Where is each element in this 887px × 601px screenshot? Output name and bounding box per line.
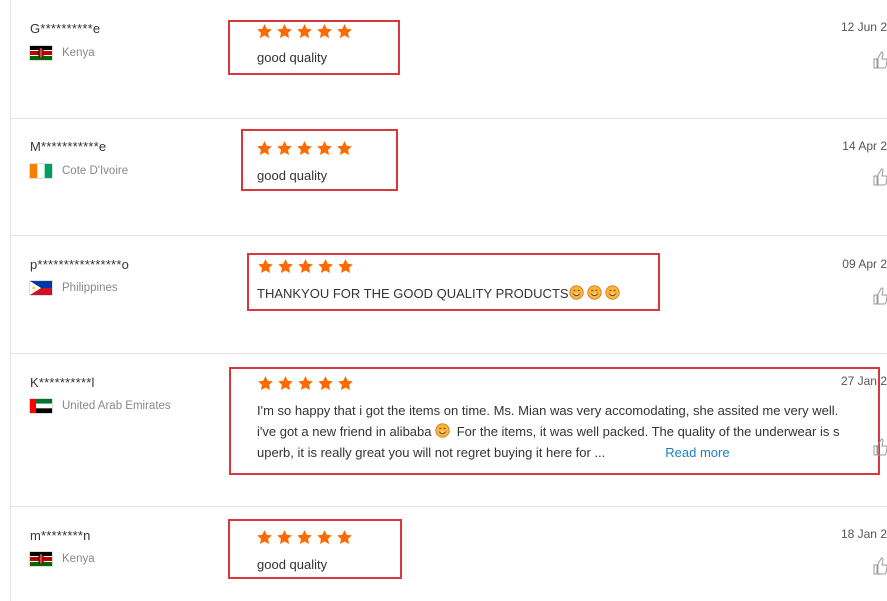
star-icon [316, 529, 333, 546]
review-line: uperb, it is really great you will not r… [257, 442, 839, 463]
star-icon [336, 23, 353, 40]
star-icon [336, 140, 353, 157]
country-name: Kenya [62, 47, 95, 59]
star-icon [257, 375, 274, 392]
kenya-flag-icon [30, 46, 52, 60]
rating-stars [256, 23, 353, 40]
review-date: 27 Jan 2 [840, 374, 887, 388]
review-text: good quality [257, 50, 328, 65]
reviewer-name: M***********e [30, 139, 107, 154]
star-icon [257, 258, 274, 275]
review-line-part: i've got a new friend in alibaba [257, 424, 432, 439]
review-item: m********n Kenya good quality 18 Jan 2 [10, 507, 887, 601]
thumbs-up-icon[interactable] [873, 438, 887, 456]
uae-flag-icon [30, 399, 52, 413]
review-date: 14 Apr 2 [842, 139, 887, 153]
star-icon [276, 23, 293, 40]
reviewer-name: p****************o [30, 257, 130, 272]
read-more-link[interactable]: Read more [665, 445, 729, 460]
star-icon [337, 375, 354, 392]
review-line-part: For the items, it was well packed. The q… [456, 424, 840, 439]
review-text: good quality [257, 168, 328, 183]
star-icon [256, 529, 273, 546]
star-icon [296, 23, 313, 40]
rating-stars [256, 529, 353, 546]
review-line: I'm so happy that i got the items on tim… [257, 403, 839, 418]
review-date: 12 Jun 2 [840, 20, 887, 34]
rating-stars [257, 258, 354, 275]
reviewer-country: United Arab Emirates [30, 399, 171, 413]
review-line-part: uperb, it is really great you will not r… [257, 445, 606, 460]
star-icon [317, 375, 334, 392]
reviewer-country: Cote D'Ivoire [30, 164, 128, 178]
smiling-face-emoji-icon [604, 285, 620, 300]
star-icon [276, 529, 293, 546]
cote-divoire-flag-icon [30, 164, 52, 178]
thumbs-up-icon[interactable] [873, 168, 887, 186]
star-icon [256, 23, 273, 40]
thumbs-up-icon[interactable] [873, 51, 887, 69]
country-name: Cote D'Ivoire [62, 165, 129, 177]
star-icon [316, 140, 333, 157]
review-date: 09 Apr 2 [842, 257, 887, 271]
smiling-face-emoji-icon [435, 423, 450, 438]
review-item: G**********e Kenya good quality 12 Jun 2 [10, 0, 887, 119]
star-icon [297, 375, 314, 392]
smiling-face-emoji-icon [568, 285, 584, 300]
reviewer-country: Kenya [30, 552, 95, 566]
star-icon [337, 258, 354, 275]
reviewer-name: m********n [30, 528, 91, 543]
star-icon [296, 140, 313, 157]
thumbs-up-icon[interactable] [873, 557, 887, 575]
review-text-content: THANKYOU FOR THE GOOD QUALITY PRODUCTS [257, 286, 569, 301]
star-icon [297, 258, 314, 275]
review-text: THANKYOU FOR THE GOOD QUALITY PRODUCTS [257, 283, 623, 304]
star-icon [256, 140, 273, 157]
review-text: I'm so happy that i got the items on tim… [257, 400, 839, 463]
star-icon [277, 375, 294, 392]
star-icon [336, 529, 353, 546]
country-name: Philippines [62, 282, 118, 294]
star-icon [277, 258, 294, 275]
thumbs-up-icon[interactable] [873, 287, 887, 305]
review-item: p****************o Philippines THANKYOU … [10, 236, 887, 354]
rating-stars [256, 140, 353, 157]
reviewer-name: K**********l [30, 375, 95, 390]
emoji-group [568, 285, 623, 301]
review-text: good quality [257, 557, 328, 572]
smiling-face-emoji-icon [586, 285, 602, 300]
reviewer-name: G**********e [30, 21, 101, 36]
country-name: United Arab Emirates [62, 400, 171, 412]
country-name: Kenya [62, 553, 95, 565]
star-icon [296, 529, 313, 546]
kenya-flag-icon [30, 552, 52, 566]
review-item: M***********e Cote D'Ivoire good quality… [10, 119, 887, 236]
reviewer-country: Philippines [30, 281, 118, 295]
star-icon [276, 140, 293, 157]
philippines-flag-icon [30, 281, 52, 295]
reviewer-country: Kenya [30, 46, 95, 60]
star-icon [316, 23, 333, 40]
review-date: 18 Jan 2 [840, 527, 887, 541]
review-item: K**********l United Arab Emirates I'm so… [10, 354, 887, 507]
star-icon [317, 258, 334, 275]
rating-stars [257, 375, 354, 392]
review-line: i've got a new friend in alibaba For the… [257, 421, 839, 442]
